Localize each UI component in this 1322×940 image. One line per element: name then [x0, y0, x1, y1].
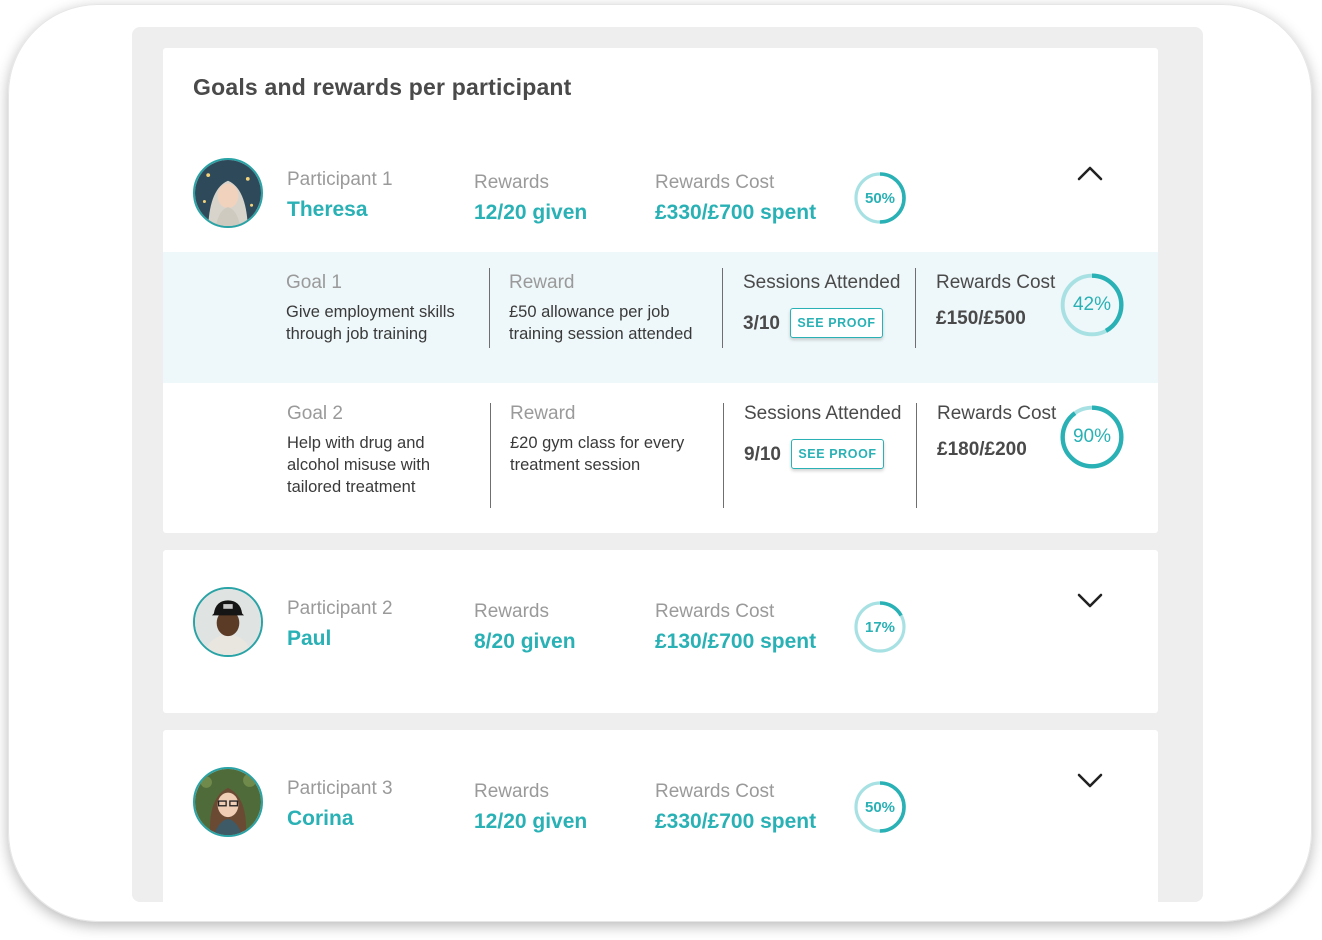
goal-progress-label: 90%: [1072, 426, 1112, 447]
goal-row-1: Goal 1 Give employment skills through jo…: [163, 252, 1158, 383]
avatar-corina: [193, 767, 263, 837]
rewards-value: 12/20 given: [474, 201, 588, 224]
rewards-value: 8/20 given: [474, 630, 576, 653]
rewards-label: Rewards: [474, 601, 549, 622]
divider: [916, 403, 917, 508]
participant-card-3[interactable]: Participant 3 Corina Rewards 12/20 given…: [163, 730, 1158, 902]
goal-progress-label: 42%: [1072, 294, 1112, 315]
participant-name: Corina: [287, 807, 354, 830]
see-proof-button[interactable]: SEE PROOF: [791, 439, 884, 469]
goal-label: Goal 1: [286, 272, 342, 293]
progress-ring: 50%: [853, 780, 907, 834]
divider: [489, 268, 490, 348]
chevron-down-icon[interactable]: [1075, 770, 1105, 790]
chevron-up-icon[interactable]: [1075, 163, 1105, 183]
page-title: Goals and rewards per participant: [193, 74, 572, 100]
tablet-frame: Goals and rewards per participant Partic…: [8, 4, 1312, 922]
progress-ring-label: 17%: [864, 618, 896, 636]
chevron-down-icon[interactable]: [1075, 590, 1105, 610]
reward-label: Reward: [509, 272, 575, 293]
goal-progress-ring: 90%: [1059, 404, 1125, 470]
rewards-cost-value: £330/£700 spent: [655, 201, 817, 224]
goal-cost-value: £180/£200: [937, 439, 1027, 460]
goal-cost-value: £150/£500: [936, 308, 1026, 329]
app-screen: Goals and rewards per participant Partic…: [132, 27, 1203, 902]
avatar-paul: [193, 587, 263, 657]
progress-ring-label: 50%: [864, 798, 896, 816]
goal-text: Give employment skills through job train…: [286, 303, 455, 343]
progress-ring: 17%: [853, 600, 907, 654]
progress-ring-label: 50%: [864, 189, 896, 207]
rewards-cost-value: £130/£700 spent: [655, 630, 817, 653]
sessions-value: 3/10: [743, 313, 780, 334]
sessions-value: 9/10: [744, 444, 781, 465]
sessions-label: Sessions Attended: [743, 272, 901, 293]
see-proof-button[interactable]: SEE PROOF: [790, 308, 883, 338]
goal-cost-label: Rewards Cost: [936, 272, 1056, 293]
divider: [915, 268, 916, 348]
participant-card-2[interactable]: Participant 2 Paul Rewards 8/20 given Re…: [163, 550, 1158, 713]
goal-row-2: Goal 2 Help with drug and alcohol misuse…: [163, 383, 1158, 533]
goal-progress-ring: 42%: [1059, 272, 1125, 338]
rewards-cost-label: Rewards Cost: [655, 781, 775, 802]
progress-ring: 50%: [853, 171, 907, 225]
goal-label: Goal 2: [287, 403, 343, 424]
goal-cost-label: Rewards Cost: [937, 403, 1057, 424]
divider: [723, 403, 724, 508]
rewards-cost-label: Rewards Cost: [655, 601, 775, 622]
sessions-label: Sessions Attended: [744, 403, 902, 424]
reward-label: Reward: [510, 403, 576, 424]
reward-text: £20 gym class for every treatment sessio…: [510, 434, 685, 474]
participant-name: Paul: [287, 627, 332, 650]
rewards-cost-value: £330/£700 spent: [655, 810, 817, 833]
participant-label: Participant 1: [287, 169, 393, 190]
rewards-label: Rewards: [474, 781, 549, 802]
avatar-theresa: [193, 158, 263, 228]
goal-text: Help with drug and alcohol misuse with t…: [287, 434, 431, 496]
reward-text: £50 allowance per job training session a…: [509, 303, 693, 343]
divider: [490, 403, 491, 508]
participant-label: Participant 3: [287, 778, 393, 799]
participant-card-1: Goals and rewards per participant Partic…: [163, 48, 1158, 533]
rewards-cost-label: Rewards Cost: [655, 172, 775, 193]
rewards-label: Rewards: [474, 172, 549, 193]
participant-name: Theresa: [287, 198, 368, 221]
divider: [722, 268, 723, 348]
participant-label: Participant 2: [287, 598, 393, 619]
rewards-value: 12/20 given: [474, 810, 588, 833]
